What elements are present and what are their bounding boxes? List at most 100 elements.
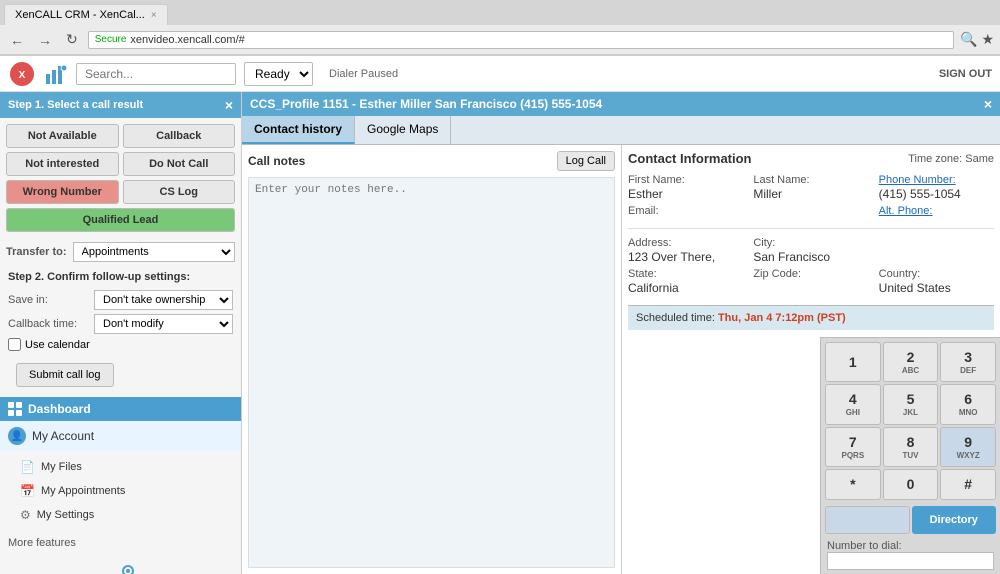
scheduled-bar: Scheduled time: Thu, Jan 4 7:12pm (PST) xyxy=(628,305,994,330)
use-calendar-label: Use calendar xyxy=(25,339,90,351)
address-grid: Address: 123 Over There, City: San Franc… xyxy=(628,237,994,295)
dial-4[interactable]: 4GHI xyxy=(825,384,881,424)
callback-time-select[interactable]: Don't modify xyxy=(94,314,233,334)
call-results: Not Available Callback Not interested Do… xyxy=(0,118,241,238)
dial-9[interactable]: 9WXYZ xyxy=(940,427,996,467)
sign-out-btn[interactable]: SIGN OUT xyxy=(939,68,992,80)
refresh-btn[interactable]: ↻ xyxy=(62,29,82,50)
address-text: xenvideo.xencall.com/# xyxy=(130,34,244,46)
number-to-dial-label: Number to dial: xyxy=(827,540,902,552)
notes-textarea[interactable] xyxy=(248,177,615,568)
last-name-value: Miller xyxy=(753,187,868,201)
profile-text: CCS_Profile 1151 - Esther Miller San Fra… xyxy=(250,97,602,111)
step2-title: Step 2. Confirm follow-up settings: xyxy=(8,271,190,283)
email-label: Email: xyxy=(628,205,743,217)
dial-1[interactable]: 1 xyxy=(825,342,881,382)
forward-btn[interactable]: → xyxy=(34,30,56,50)
phone-label[interactable]: Phone Number: xyxy=(879,174,994,186)
dial-hash[interactable]: # xyxy=(940,469,996,500)
call-logs-icon xyxy=(105,563,137,574)
do-not-call-btn[interactable]: Do Not Call xyxy=(123,152,236,176)
zip-label: Zip Code: xyxy=(753,268,868,280)
chart-icon xyxy=(44,62,68,86)
alt-phone-label-item: Alt. Phone: xyxy=(879,205,994,218)
first-name-item: First Name: Esther xyxy=(628,174,743,201)
callback-btn[interactable]: Callback xyxy=(123,124,236,148)
dial-0[interactable]: 0 xyxy=(883,469,939,500)
dial-number-input[interactable] xyxy=(827,552,994,570)
alt-phone-label[interactable]: Alt. Phone: xyxy=(879,205,994,217)
cs-log-btn[interactable]: CS Log xyxy=(123,180,236,204)
divider xyxy=(628,228,994,229)
qualified-lead-btn[interactable]: Qualified Lead xyxy=(6,208,235,232)
log-call-btn[interactable]: Log Call xyxy=(557,151,615,171)
scheduled-label: Scheduled time: xyxy=(636,312,715,324)
dial-5[interactable]: 5JKL xyxy=(883,384,939,424)
step1-header: Step 1. Select a call result × xyxy=(0,92,241,118)
main-layout: Step 1. Select a call result × Not Avail… xyxy=(0,92,1000,574)
notes-title: Call notes xyxy=(248,154,305,168)
first-name-value: Esther xyxy=(628,187,743,201)
country-value: United States xyxy=(879,281,994,295)
profile-close-btn[interactable]: × xyxy=(984,96,992,112)
transfer-select[interactable]: Appointments xyxy=(73,242,235,262)
country-label: Country: xyxy=(879,268,994,280)
search-input[interactable] xyxy=(76,63,236,85)
dashboard-title: Dashboard xyxy=(28,402,91,416)
tab-contact-history[interactable]: Contact history xyxy=(242,116,355,144)
use-calendar-row: Use calendar xyxy=(0,336,241,353)
my-appointments-item[interactable]: 📅 My Appointments xyxy=(0,479,241,503)
browser-chrome: XenCALL CRM - XenCal... × ← → ↻ Secure x… xyxy=(0,0,1000,56)
submit-call-log-btn[interactable]: Submit call log xyxy=(16,363,114,387)
my-settings-label: My Settings xyxy=(37,509,94,521)
callback-time-row: Callback time: Don't modify xyxy=(0,312,241,336)
tab-title: XenCALL CRM - XenCal... xyxy=(15,9,145,21)
dashboard-header: Dashboard xyxy=(0,397,241,421)
tab-google-maps[interactable]: Google Maps xyxy=(355,116,451,144)
dial-star[interactable]: * xyxy=(825,469,881,500)
address-bar[interactable]: Secure xenvideo.xencall.com/# xyxy=(88,31,954,49)
tab-close-btn[interactable]: × xyxy=(151,10,157,21)
dial-6[interactable]: 6MNO xyxy=(940,384,996,424)
browser-minimize[interactable]: 🔍 xyxy=(960,31,977,48)
save-in-label: Save in: xyxy=(8,294,88,306)
my-appointments-label: My Appointments xyxy=(41,485,125,497)
dial-2[interactable]: 2ABC xyxy=(883,342,939,382)
account-icon: 👤 xyxy=(8,427,26,445)
my-files-item[interactable]: 📄 My Files xyxy=(0,455,241,479)
more-features-link[interactable]: More features xyxy=(0,531,241,555)
my-settings-item[interactable]: ⚙ My Settings xyxy=(0,503,241,527)
directory-btn[interactable]: Directory xyxy=(912,506,997,534)
browser-star[interactable]: ★ xyxy=(981,31,994,48)
dial-7[interactable]: 7PQRS xyxy=(825,427,881,467)
my-account-label: My Account xyxy=(32,429,94,443)
state-item: State: California xyxy=(628,268,743,295)
browser-actions: 🔍 ★ xyxy=(960,31,994,48)
save-in-select[interactable]: Don't take ownership xyxy=(94,290,233,310)
tab-contact-history-label: Contact history xyxy=(254,122,342,136)
dial-action-1[interactable] xyxy=(825,506,910,534)
last-name-label: Last Name: xyxy=(753,174,868,186)
not-available-btn[interactable]: Not Available xyxy=(6,124,119,148)
phone-item: Phone Number: (415) 555-1054 xyxy=(879,174,994,201)
dialer-status: Dialer Paused xyxy=(329,68,398,80)
back-btn[interactable]: ← xyxy=(6,30,28,50)
my-account-row[interactable]: 👤 My Account xyxy=(0,421,241,451)
wrong-number-btn[interactable]: Wrong Number xyxy=(6,180,119,204)
dashboard-icon xyxy=(8,402,22,416)
dialpad-area: 1 2ABC 3DEF 4GHI 5JKL 6MNO 7PQRS 8TUV 9W… xyxy=(820,337,1000,574)
contact-info-header: Contact Information Time zone: Same xyxy=(628,151,994,166)
dial-8[interactable]: 8TUV xyxy=(883,427,939,467)
step1-close-btn[interactable]: × xyxy=(225,97,233,113)
dial-3[interactable]: 3DEF xyxy=(940,342,996,382)
notes-header: Call notes Log Call xyxy=(248,151,615,171)
browser-tab[interactable]: XenCALL CRM - XenCal... × xyxy=(4,4,168,25)
appointments-icon: 📅 xyxy=(20,484,35,498)
use-calendar-checkbox[interactable] xyxy=(8,338,21,351)
country-item: Country: United States xyxy=(879,268,994,295)
status-select[interactable]: Ready xyxy=(244,62,313,86)
my-files-label: My Files xyxy=(41,461,82,473)
phone-value: (415) 555-1054 xyxy=(879,187,994,201)
svg-text:X: X xyxy=(19,70,26,81)
not-interested-btn[interactable]: Not interested xyxy=(6,152,119,176)
